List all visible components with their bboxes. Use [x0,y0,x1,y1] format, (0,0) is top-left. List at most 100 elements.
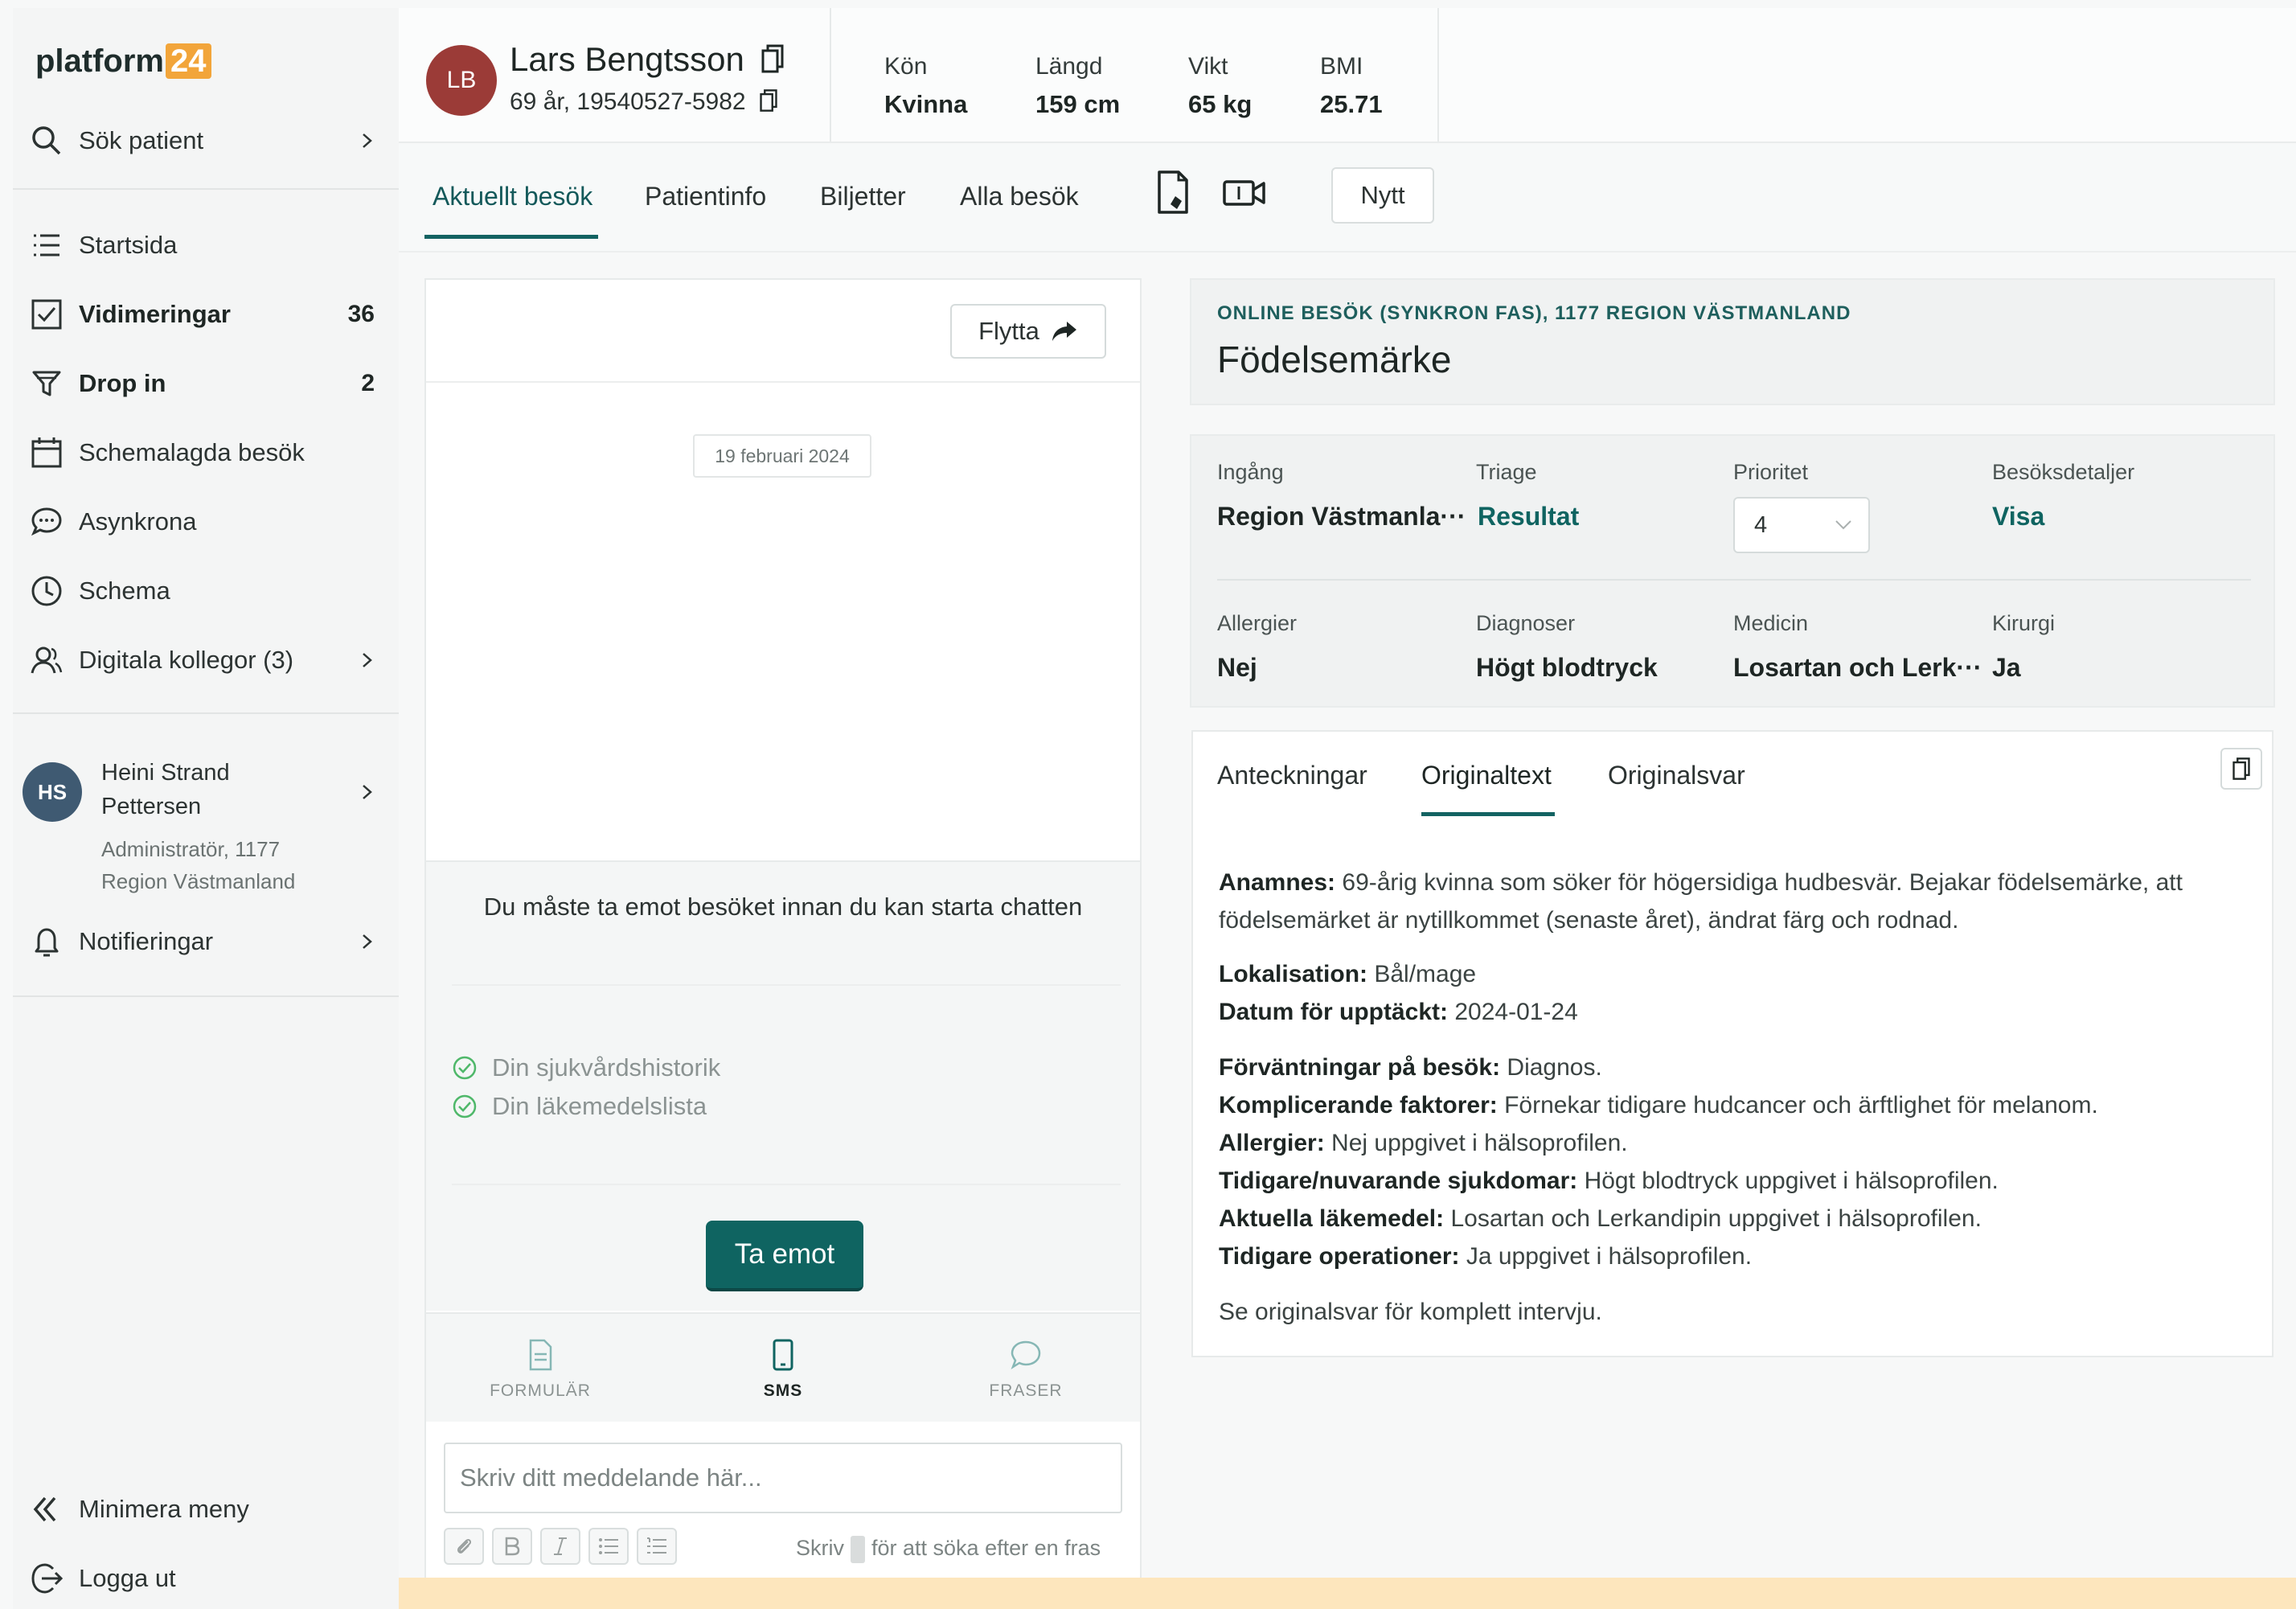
phone-icon [773,1339,793,1371]
count-badge: 2 [361,370,375,396]
chevron-right-icon [363,934,372,949]
priority-select[interactable]: 4 [1733,497,1870,553]
triage-result-link[interactable]: Resultat [1478,502,1579,532]
chevron-right-icon [363,785,372,799]
note-text: 69-årig kvinna som söker för högersidiga… [1219,869,2183,934]
sidebar-item-schema[interactable]: Schema [13,563,399,619]
note-key: Allergier: [1219,1130,1325,1156]
sidebar-item-label: Digitala kollegor (3) [79,646,294,674]
divider [13,712,399,714]
search-icon [32,126,61,155]
note-komplicerande: Komplicerande faktorer: Förnekar tidigar… [1219,1086,2256,1124]
patient-sub: 69 år, 19540527-5982 [510,88,778,116]
copy-button[interactable] [2220,748,2262,790]
copy-icon[interactable] [759,88,778,113]
platform24-logo[interactable]: platform 24 [35,43,211,80]
field-label: Kirurgi [1992,611,2056,635]
note-key: Tidigare operationer: [1219,1243,1460,1270]
stat-label-kon: Kön [884,53,928,80]
sidebar-item-label: Notifieringar [79,927,214,955]
stat-label-langd: Längd [1035,53,1103,80]
tab-fraser[interactable]: FRASER [961,1338,1090,1401]
bullet-list-icon [599,1538,618,1554]
sidebar-item-vidimeringar[interactable]: Vidimeringar 36 [13,286,399,343]
field-label: Medicin [1733,611,1809,635]
patient-header: LB Lars Bengtsson 69 år, 19540527-5982 K… [399,8,2296,143]
sidebar-item-label: Schemalagda besök [79,438,305,466]
note-text: Diagnos. [1500,1054,1602,1081]
note-lakemedel: Aktuella läkemedel: Losartan och Lerkand… [1219,1200,2256,1238]
tab-biljetter[interactable]: Biljetter [820,182,906,211]
key-indicator [851,1536,865,1563]
check-item-label: Din läkemedelslista [492,1092,707,1120]
count-badge: 36 [347,301,375,327]
search-patient-label: Sök patient [79,126,204,154]
tab-formular[interactable]: FORMULÄR [476,1338,605,1401]
document-sign-icon[interactable] [1154,169,1191,215]
tab-alla-besok[interactable]: Alla besök [960,182,1079,211]
visit-details-card: Ingång Region Västmanla··· Triage Result… [1190,434,2275,708]
chevron-right-icon [363,653,372,667]
share-arrow-icon [1052,322,1076,341]
priority-value: 4 [1754,511,1768,538]
user-name-line2: Pettersen [101,794,202,819]
bold-button[interactable] [492,1528,532,1565]
double-chevron-left-icon [33,1496,56,1522]
numbered-list-icon [647,1537,666,1554]
divider [830,8,831,142]
bold-icon [505,1537,520,1556]
numbered-list-button[interactable] [637,1528,677,1565]
bullet-list-button[interactable] [588,1528,629,1565]
search-patient-button[interactable]: Sök patient [13,113,399,169]
minimize-menu-button[interactable]: Minimera meny [13,1481,399,1537]
stat-value-kon: Kvinna [884,90,968,118]
visit-details-link[interactable]: Visa [1992,502,2044,532]
check-circle-icon [453,1056,477,1080]
sidebar-item-digitala-kollegor[interactable]: Digitala kollegor (3) [13,632,399,688]
funnel-icon [32,371,61,396]
move-button[interactable]: Flytta [950,304,1106,359]
video-camera-icon[interactable] [1222,179,1267,207]
check-item: Din läkemedelslista [452,1092,707,1121]
field-value-allergier: Nej [1217,653,1257,682]
sidebar-item-schemalagda[interactable]: Schemalagda besök [13,425,399,481]
divider [1437,8,1439,142]
accept-message: Du måste ta emot besöket innan du kan st… [483,893,1083,921]
accept-button[interactable]: Ta emot [706,1221,863,1291]
user-profile[interactable]: HS Heini Strand Pettersen Administratör,… [13,740,399,901]
divider [426,381,1140,383]
field-label: Diagnoser [1476,611,1576,635]
new-button[interactable]: Nytt [1331,167,1434,224]
logout-label: Logga ut [79,1564,176,1592]
tab-sms[interactable]: SMS [719,1338,847,1401]
logout-button[interactable]: Logga ut [13,1550,399,1607]
tab-originaltext[interactable]: Originaltext [1421,761,1552,790]
note-sjukdomar: Tidigare/nuvarande sjukdomar: Högt blodt… [1219,1162,2256,1200]
avatar: HS [23,762,82,822]
calendar-icon [31,437,62,468]
copy-icon[interactable] [761,43,785,74]
stat-value-bmi: 25.71 [1320,90,1383,118]
tab-label: FORMULÄR [490,1381,591,1400]
stat-label-vikt: Vikt [1188,53,1228,80]
sidebar-item-asynkrona[interactable]: Asynkrona [13,494,399,550]
note-text: Högt blodtryck uppgivet i hälsoprofilen. [1577,1168,1999,1194]
italic-button[interactable] [540,1528,580,1565]
sidebar-item-drop-in[interactable]: Drop in 2 [13,355,399,412]
patient-age-id: 69 år, 19540527-5982 [510,88,746,115]
tab-originalsvar[interactable]: Originalsvar [1608,761,1745,790]
user-name: Heini Strand Pettersen [101,756,230,823]
status-bar [399,1578,2296,1609]
tab-patientinfo[interactable]: Patientinfo [645,182,766,211]
sidebar-item-notifieringar[interactable]: Notifieringar [13,913,399,970]
sidebar-item-startsida[interactable]: Startsida [13,217,399,273]
logo-text: platform [35,43,164,79]
tab-anteckningar[interactable]: Anteckningar [1217,761,1367,790]
chat-panel: Flytta 19 februari 2024 Du måste ta emot… [424,278,1142,1581]
tab-aktuellt-besok[interactable]: Aktuellt besök [433,182,592,211]
message-input[interactable]: Skriv ditt meddelande här... [444,1443,1122,1513]
sidebar-item-label: Schema [79,577,170,605]
attach-button[interactable] [444,1528,484,1565]
note-operationer: Tidigare operationer: Ja uppgivet i häls… [1219,1238,2256,1275]
visit-title: Födelsemärke [1217,339,1452,380]
